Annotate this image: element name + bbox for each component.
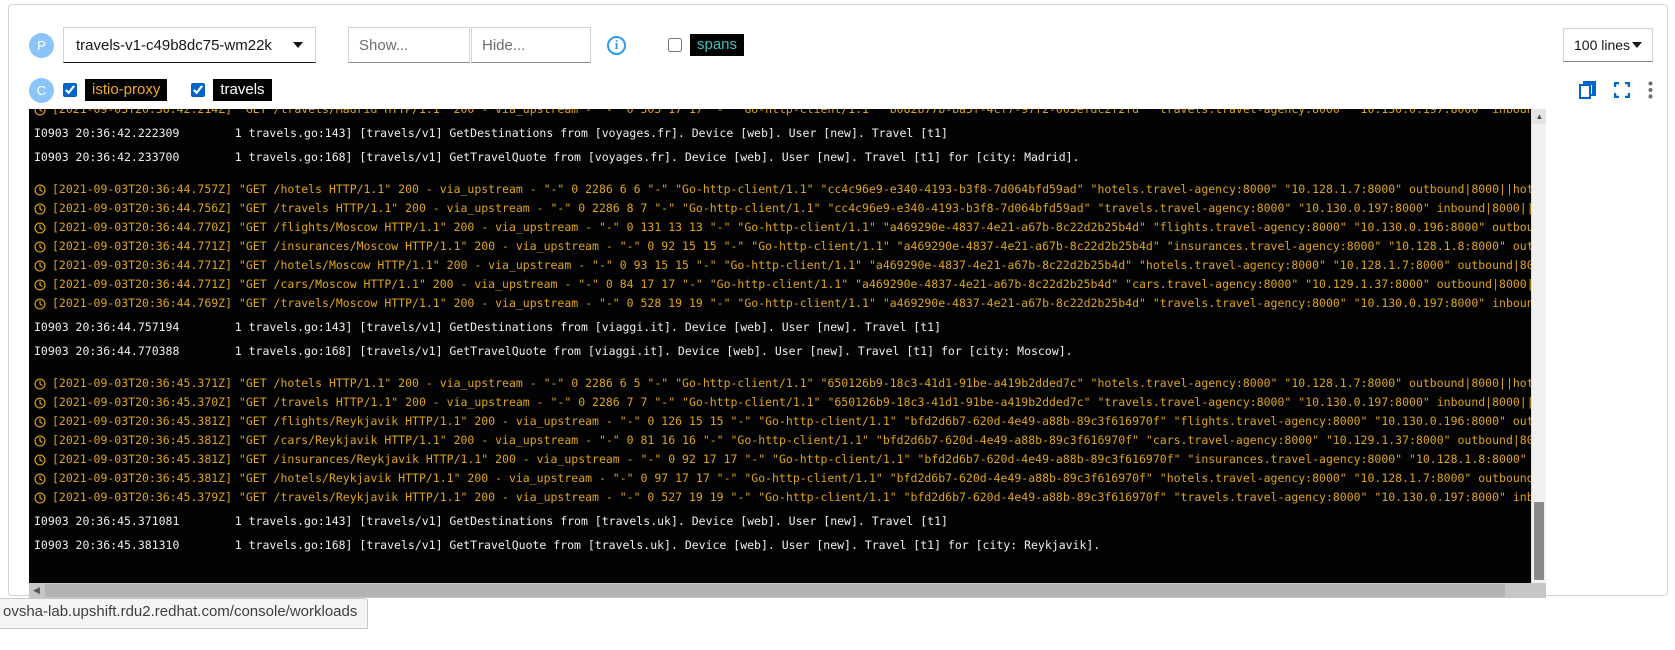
spans-checkbox[interactable]: [668, 38, 682, 52]
link-preview-tooltip: ovsha-lab.upshift.rdu2.redhat.com/consol…: [0, 598, 368, 629]
log-panel: [2021-09-03T20:36:42.214Z] "GET /travels…: [29, 109, 1546, 583]
clock-icon: [34, 298, 46, 310]
container-toggle-travels: travels: [191, 79, 271, 101]
log-line-app: I0903 20:36:42.222309 1 travels.go:143] …: [34, 124, 1530, 143]
log-line-proxy: [2021-09-03T20:36:44.771Z] "GET /insuran…: [34, 237, 1530, 256]
log-text: [2021-09-03T20:36:45.381Z] "GET /flights…: [52, 412, 1546, 431]
log-text: [2021-09-03T20:36:44.769Z] "GET /travels…: [52, 294, 1546, 313]
log-line-proxy: [2021-09-03T20:36:45.381Z] "GET /hotels/…: [34, 469, 1530, 488]
vertical-scrollbar[interactable]: ▲: [1531, 109, 1546, 583]
log-text: [2021-09-03T20:36:45.381Z] "GET /cars/Re…: [52, 431, 1546, 450]
log-line-app: I0903 20:36:44.770388 1 travels.go:168] …: [34, 342, 1530, 361]
pod-select-value: travels-v1-c49b8dc75-wm22k: [76, 37, 283, 54]
pod-select[interactable]: travels-v1-c49b8dc75-wm22k: [63, 27, 316, 63]
log-text: [2021-09-03T20:36:45.381Z] "GET /hotels/…: [52, 469, 1546, 488]
clock-icon: [34, 241, 46, 253]
log-line-proxy: [2021-09-03T20:36:42.214Z] "GET /travels…: [34, 109, 1530, 119]
log-line-proxy: [2021-09-03T20:36:44.756Z] "GET /travels…: [34, 199, 1530, 218]
clock-icon: [34, 435, 46, 447]
clock-icon: [34, 222, 46, 234]
log-actions: [1579, 81, 1653, 99]
clock-icon: [34, 416, 46, 428]
clock-icon: [34, 492, 46, 504]
scroll-up-arrow[interactable]: ▲: [1532, 109, 1546, 124]
log-lines: [2021-09-03T20:36:42.214Z] "GET /travels…: [34, 109, 1530, 560]
hide-filter-input[interactable]: [471, 27, 591, 63]
clock-icon: [34, 473, 46, 485]
info-icon[interactable]: i: [607, 36, 626, 55]
log-line-proxy: [2021-09-03T20:36:44.769Z] "GET /travels…: [34, 294, 1530, 313]
container-checkbox-travels[interactable]: [191, 83, 205, 97]
log-line-proxy: [2021-09-03T20:36:45.371Z] "GET /hotels …: [34, 374, 1530, 393]
chevron-down-icon: [1632, 42, 1642, 48]
clock-icon: [34, 454, 46, 466]
log-line-proxy: [2021-09-03T20:36:45.370Z] "GET /travels…: [34, 393, 1530, 412]
clock-icon: [34, 397, 46, 409]
log-text: [2021-09-03T20:36:45.371Z] "GET /hotels …: [52, 374, 1546, 393]
copy-icon[interactable]: [1579, 81, 1596, 99]
log-text: [2021-09-03T20:36:45.370Z] "GET /travels…: [52, 393, 1546, 412]
log-line-proxy: [2021-09-03T20:36:45.381Z] "GET /flights…: [34, 412, 1530, 431]
log-text: [2021-09-03T20:36:44.757Z] "GET /hotels …: [52, 180, 1546, 199]
log-text: [2021-09-03T20:36:44.771Z] "GET /hotels/…: [52, 256, 1546, 275]
scroll-left-arrow[interactable]: ◀: [29, 583, 44, 598]
horizontal-scrollbar[interactable]: ◀: [29, 583, 1546, 598]
container-label-istio-proxy: istio-proxy: [85, 79, 167, 101]
show-filter-input[interactable]: [348, 27, 470, 63]
log-text: [2021-09-03T20:36:44.771Z] "GET /insuran…: [52, 237, 1546, 256]
chevron-down-icon: [293, 42, 303, 48]
log-line-proxy: [2021-09-03T20:36:45.381Z] "GET /cars/Re…: [34, 431, 1530, 450]
log-line-app: I0903 20:36:44.757194 1 travels.go:143] …: [34, 318, 1530, 337]
lines-select-value: 100 lines: [1574, 37, 1630, 53]
expand-icon[interactable]: [1614, 82, 1630, 98]
lines-select[interactable]: 100 lines: [1563, 28, 1653, 62]
log-text: [2021-09-03T20:36:45.381Z] "GET /insuran…: [52, 450, 1546, 469]
log-line-app: I0903 20:36:45.371081 1 travels.go:143] …: [34, 512, 1530, 531]
log-line-proxy: [2021-09-03T20:36:45.381Z] "GET /insuran…: [34, 450, 1530, 469]
spans-label: spans: [690, 34, 744, 56]
container-checkbox-istio-proxy[interactable]: [63, 83, 77, 97]
log-line-app: I0903 20:36:45.381310 1 travels.go:168] …: [34, 536, 1530, 555]
log-toolbar-row-1: P travels-v1-c49b8dc75-wm22k i spans 100…: [29, 25, 1653, 65]
log-text: [2021-09-03T20:36:44.771Z] "GET /cars/Mo…: [52, 275, 1546, 294]
log-line-proxy: [2021-09-03T20:36:45.379Z] "GET /travels…: [34, 488, 1530, 507]
container-badge: C: [29, 78, 54, 103]
clock-icon: [34, 203, 46, 215]
log-toolbar-row-2: C istio-proxy travels: [29, 77, 1653, 103]
log-line-proxy: [2021-09-03T20:36:44.771Z] "GET /cars/Mo…: [34, 275, 1530, 294]
vertical-scrollbar-thumb[interactable]: [1534, 502, 1544, 580]
logs-card: P travels-v1-c49b8dc75-wm22k i spans 100…: [8, 4, 1668, 596]
clock-icon: [34, 378, 46, 390]
horizontal-scrollbar-thumb[interactable]: [45, 584, 1505, 597]
pod-badge: P: [29, 33, 54, 58]
log-text: [2021-09-03T20:36:42.214Z] "GET /travels…: [52, 109, 1546, 119]
log-line-proxy: [2021-09-03T20:36:44.757Z] "GET /hotels …: [34, 180, 1530, 199]
log-line-proxy: [2021-09-03T20:36:44.771Z] "GET /hotels/…: [34, 256, 1530, 275]
clock-icon: [34, 279, 46, 291]
clock-icon: [34, 184, 46, 196]
log-line-proxy: [2021-09-03T20:36:44.770Z] "GET /flights…: [34, 218, 1530, 237]
container-toggle-istio-proxy: istio-proxy: [63, 79, 167, 101]
clock-icon: [34, 260, 46, 272]
clock-icon: [34, 109, 46, 116]
log-text: [2021-09-03T20:36:45.379Z] "GET /travels…: [52, 488, 1546, 507]
log-text: [2021-09-03T20:36:44.756Z] "GET /travels…: [52, 199, 1546, 218]
log-line-app: I0903 20:36:42.233700 1 travels.go:168] …: [34, 148, 1530, 167]
log-text: [2021-09-03T20:36:44.770Z] "GET /flights…: [52, 218, 1546, 237]
kebab-icon[interactable]: [1648, 81, 1653, 99]
container-label-travels: travels: [213, 79, 271, 101]
